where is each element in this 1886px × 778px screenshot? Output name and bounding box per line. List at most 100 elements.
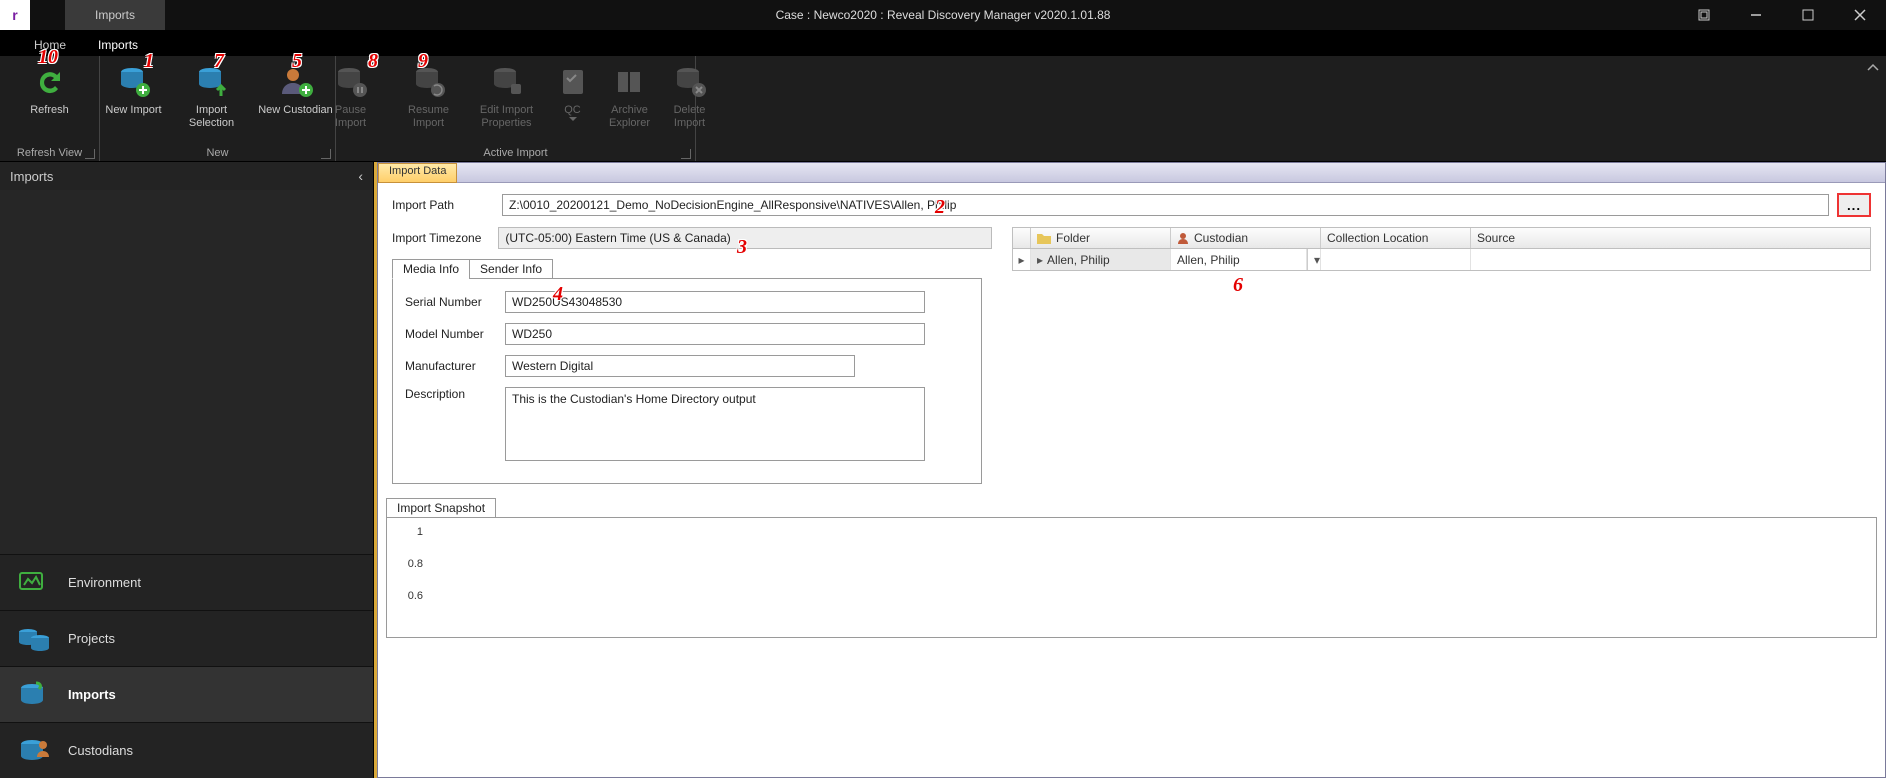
custodian-grid-row[interactable]: ▸ ▸ Allen, Philip Allen, Philip ▾ (1012, 249, 1871, 271)
nav-environment-label: Environment (68, 575, 141, 590)
tab-import-snapshot[interactable]: Import Snapshot (386, 498, 496, 518)
manufacturer-input[interactable] (505, 355, 855, 377)
import-selection-button[interactable]: Import Selection (173, 60, 251, 145)
window-title: Case : Newco2020 : Reveal Discovery Mana… (776, 8, 1111, 22)
media-info-form: Serial Number Model Number Manufacturer (392, 278, 982, 484)
browse-path-button[interactable]: ... (1837, 193, 1871, 217)
row-folder-cell: ▸ Allen, Philip (1031, 249, 1171, 270)
subtab-media-info[interactable]: Media Info (392, 259, 470, 279)
left-panel-body (0, 190, 373, 554)
qc-button: QC (546, 60, 600, 145)
title-tab-imports[interactable]: Imports (65, 0, 165, 30)
nav-projects-label: Projects (68, 631, 115, 646)
row-collection-cell[interactable] (1321, 249, 1471, 270)
timezone-value: (UTC-05:00) Eastern Time (US & Canada) (505, 231, 730, 245)
maximize-icon[interactable] (1782, 0, 1834, 30)
user-add-icon (278, 64, 314, 100)
manufacturer-label: Manufacturer (405, 359, 505, 373)
restore-down-alt-icon[interactable] (1678, 0, 1730, 30)
delete-import-button: Delete Import (660, 60, 720, 145)
database-pause-icon (333, 64, 369, 100)
edit-import-properties-button: Edit Import Properties (468, 60, 546, 145)
refresh-button[interactable]: Refresh (0, 60, 100, 145)
environment-icon (16, 569, 52, 597)
close-icon[interactable] (1834, 0, 1886, 30)
import-path-input[interactable] (502, 194, 1829, 216)
ribbon: Refresh Refresh View New Import Import S… (0, 56, 1886, 162)
ribbon-collapse-icon[interactable] (1866, 62, 1880, 76)
nav-custodians[interactable]: Custodians (0, 722, 373, 778)
database-resume-icon (411, 64, 447, 100)
description-input[interactable]: This is the Custodian's Home Directory o… (505, 387, 925, 461)
menu-tab-imports[interactable]: Imports (82, 34, 154, 56)
menu-tab-home[interactable]: Home (18, 34, 82, 56)
row-indicator-icon: ▸ (1013, 249, 1031, 270)
group-label-new: New (206, 147, 228, 159)
custodian-dropdown-icon[interactable]: ▾ (1307, 249, 1321, 270)
new-import-label: New Import (105, 104, 161, 117)
import-form: Import Path ... Import Timezone (UTC-05:… (378, 183, 1885, 490)
grid-header-source[interactable]: Source (1471, 228, 1870, 248)
nav-bottom: Environment Projects Imports Custodians (0, 554, 373, 778)
database-add-icon (116, 64, 152, 100)
dialog-launcher-icon[interactable] (681, 149, 691, 159)
archive-icon (612, 64, 648, 100)
collapse-left-icon[interactable]: ‹ (358, 168, 363, 184)
custodians-icon (16, 737, 52, 765)
menu-bar: Home Imports (0, 30, 1886, 56)
database-edit-icon (489, 64, 525, 100)
row-source-cell[interactable] (1471, 249, 1870, 270)
main-area: Imports ‹ Environment Projects Imports C… (0, 162, 1886, 778)
dialog-launcher-icon[interactable] (85, 149, 95, 159)
grid-header-folder[interactable]: Folder (1031, 228, 1171, 248)
left-panel-title: Imports (10, 169, 53, 184)
delete-import-label: Delete Import (674, 104, 706, 129)
minimize-icon[interactable] (1730, 0, 1782, 30)
tab-import-data[interactable]: Import Data (378, 163, 457, 183)
serial-number-label: Serial Number (405, 295, 505, 309)
pause-import-label: Pause Import (335, 104, 366, 129)
resume-import-button: Resume Import (390, 60, 468, 145)
import-path-label: Import Path (392, 198, 502, 212)
import-timezone-select[interactable]: (UTC-05:00) Eastern Time (US & Canada) (498, 227, 992, 249)
database-up-icon (194, 64, 230, 100)
imports-icon (16, 681, 52, 709)
chart-ytick-1: 1 (417, 526, 423, 538)
subtab-sender-info[interactable]: Sender Info (469, 259, 553, 279)
row-custodian-cell[interactable]: Allen, Philip (1171, 249, 1307, 270)
dialog-launcher-icon[interactable] (321, 149, 331, 159)
window-controls (1678, 0, 1886, 30)
qc-label: QC (564, 104, 581, 117)
grid-header-custodian[interactable]: Custodian (1171, 228, 1321, 248)
folder-icon (1037, 232, 1051, 244)
refresh-icon (32, 64, 68, 100)
import-snapshot-chart: 1 0.8 0.6 (386, 518, 1877, 638)
nav-environment[interactable]: Environment (0, 554, 373, 610)
new-import-button[interactable]: New Import (95, 60, 173, 145)
tab-strip-background (457, 163, 1885, 183)
nav-projects[interactable]: Projects (0, 610, 373, 666)
expand-icon[interactable]: ▸ (1037, 253, 1043, 267)
resume-import-label: Resume Import (408, 104, 449, 129)
archive-explorer-button: Archive Explorer (600, 60, 660, 145)
edit-import-properties-label: Edit Import Properties (480, 104, 533, 129)
checklist-icon (555, 64, 591, 100)
serial-number-input[interactable] (505, 291, 925, 313)
group-label-active-import: Active Import (483, 147, 547, 159)
title-bar: r Imports Case : Newco2020 : Reveal Disc… (0, 0, 1886, 30)
refresh-label: Refresh (30, 104, 69, 117)
ribbon-group-new: New Import Import Selection New Custodia… (100, 56, 336, 161)
pause-import-button: Pause Import (312, 60, 390, 145)
nav-imports[interactable]: Imports (0, 666, 373, 722)
nav-imports-label: Imports (68, 687, 116, 702)
grid-header-collection[interactable]: Collection Location (1321, 228, 1471, 248)
snapshot-tab-bar (496, 498, 1877, 518)
grid-indicator-col (1013, 228, 1031, 248)
import-selection-label: Import Selection (189, 104, 234, 129)
chart-ytick-08: 0.8 (408, 558, 423, 570)
left-panel-header: Imports ‹ (0, 162, 373, 190)
content-area: Import Data Import Path ... Import Timez… (374, 162, 1886, 778)
database-delete-icon (672, 64, 708, 100)
model-number-input[interactable] (505, 323, 925, 345)
chart-ytick-06: 0.6 (408, 590, 423, 602)
